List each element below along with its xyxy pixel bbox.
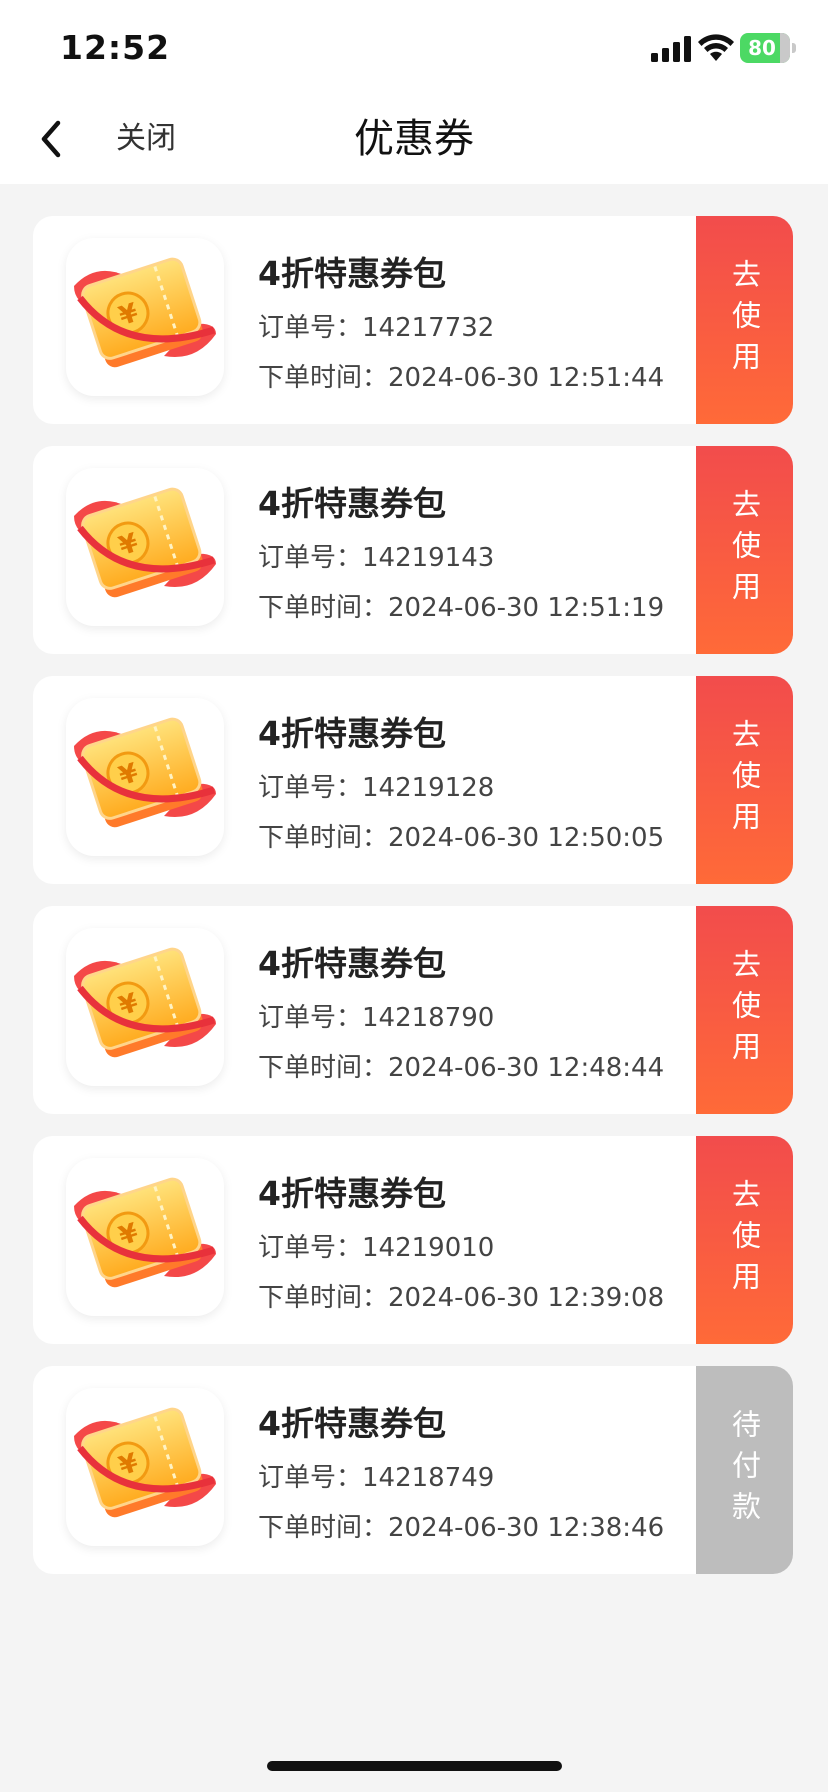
- order-number: 订单号：14217732: [258, 313, 495, 343]
- coupon-pack-icon: ¥: [66, 928, 224, 1086]
- coupon-pack-icon: ¥: [66, 698, 224, 856]
- wifi-icon: [698, 34, 734, 61]
- home-indicator: [267, 1761, 562, 1771]
- order-number: 订单号：14219010: [258, 1233, 495, 1263]
- back-button[interactable]: [30, 113, 74, 165]
- coupon-title: 4折特惠券包: [258, 484, 446, 523]
- order-time: 下单时间：2024-06-30 12:38:46: [258, 1513, 665, 1543]
- battery-charging-icon: 80: [740, 33, 796, 63]
- coupon-pack-icon: ¥: [66, 238, 224, 396]
- order-number: 订单号：14219143: [258, 543, 495, 573]
- use-coupon-button[interactable]: 去使用: [696, 906, 793, 1114]
- coupon-title: 4折特惠券包: [258, 254, 446, 293]
- coupon-title: 4折特惠券包: [258, 1174, 446, 1213]
- coupon-pack-icon: ¥: [66, 1158, 224, 1316]
- coupon-card[interactable]: ¥ 4折特惠券包 订单号：14219143 下单时间：2024-06-30 12…: [33, 446, 793, 654]
- coupon-title: 4折特惠券包: [258, 714, 446, 753]
- order-time: 下单时间：2024-06-30 12:51:19: [258, 593, 665, 623]
- coupon-card[interactable]: ¥ 4折特惠券包 订单号：14218749 下单时间：2024-06-30 12…: [33, 1366, 793, 1574]
- order-time: 下单时间：2024-06-30 12:50:05: [258, 823, 665, 853]
- coupon-card[interactable]: ¥ 4折特惠券包 订单号：14218790 下单时间：2024-06-30 12…: [33, 906, 793, 1114]
- battery-level: 80: [748, 36, 776, 60]
- status-bar: 12:52 80: [0, 0, 828, 95]
- order-number: 订单号：14218790: [258, 1003, 495, 1033]
- use-coupon-button[interactable]: 去使用: [696, 676, 793, 884]
- use-coupon-button[interactable]: 去使用: [696, 1136, 793, 1344]
- coupon-card[interactable]: ¥ 4折特惠券包 订单号：14219010 下单时间：2024-06-30 12…: [33, 1136, 793, 1344]
- status-time: 12:52: [60, 28, 171, 67]
- order-number: 订单号：14219128: [258, 773, 495, 803]
- nav-bar: 关闭 优惠券: [0, 95, 828, 184]
- coupon-list: ¥ 4折特惠券包 订单号：14217732 下单时间：2024-06-30 12…: [33, 216, 793, 1596]
- chevron-left-icon: [41, 120, 61, 158]
- order-time: 下单时间：2024-06-30 12:51:44: [258, 363, 665, 393]
- coupon-title: 4折特惠券包: [258, 944, 446, 983]
- cellular-signal-icon: [651, 36, 691, 62]
- order-time: 下单时间：2024-06-30 12:48:44: [258, 1053, 665, 1083]
- pending-payment-button[interactable]: 待付款: [696, 1366, 793, 1574]
- close-button[interactable]: 关闭: [116, 117, 176, 161]
- use-coupon-button[interactable]: 去使用: [696, 446, 793, 654]
- coupon-pack-icon: ¥: [66, 468, 224, 626]
- coupon-card[interactable]: ¥ 4折特惠券包 订单号：14219128 下单时间：2024-06-30 12…: [33, 676, 793, 884]
- use-coupon-button[interactable]: 去使用: [696, 216, 793, 424]
- coupon-card[interactable]: ¥ 4折特惠券包 订单号：14217732 下单时间：2024-06-30 12…: [33, 216, 793, 424]
- coupon-title: 4折特惠券包: [258, 1404, 446, 1443]
- coupon-pack-icon: ¥: [66, 1388, 224, 1546]
- order-time: 下单时间：2024-06-30 12:39:08: [258, 1283, 665, 1313]
- order-number: 订单号：14218749: [258, 1463, 495, 1493]
